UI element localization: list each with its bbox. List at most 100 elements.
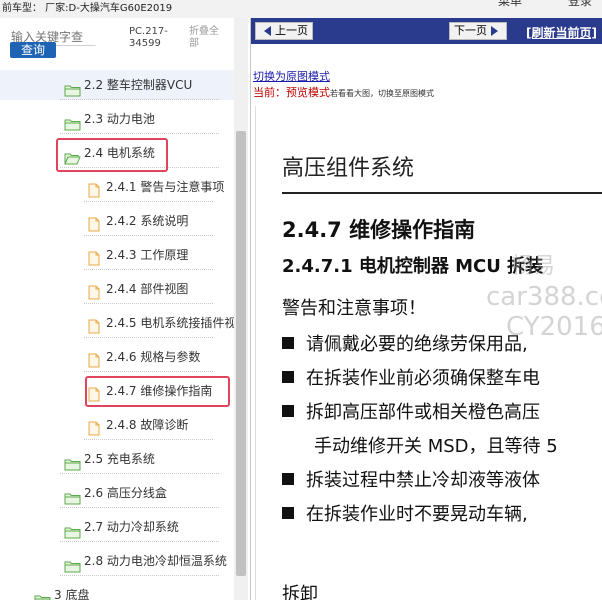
toc-item-label: 2.4.8 故障诊断 xyxy=(106,418,189,432)
toc-item-label: 2.4.5 电机系统接插件视 xyxy=(106,316,234,330)
current-mode-line: 当前：预览模式若看看大图，切换至原图模式 xyxy=(253,84,434,100)
toc-item[interactable]: 2.7 动力冷却系统 xyxy=(0,512,234,542)
refresh-page-link[interactable]: [刷新当前页] xyxy=(526,24,597,41)
toc-item-separator xyxy=(60,99,220,100)
bullet-text: 在拆装作业时不要晃动车辆, xyxy=(306,504,528,525)
toc-item[interactable]: 2.4.4 部件视图 xyxy=(0,274,234,304)
bullet-text: 在拆装作业前必须确保整车电 xyxy=(306,368,540,389)
toc-sidebar: 查询 PC.217-34599 折叠全部 2.2 整车控制器VCU 2.3 动力电… xyxy=(0,18,251,600)
doc-subsection-title: 2.4.7.1 电机控制器 MCU 拆装 xyxy=(282,256,544,277)
toc-item[interactable]: 2.2 整车控制器VCU xyxy=(0,70,234,100)
toc-item-separator xyxy=(84,371,214,372)
toc-item-separator xyxy=(60,507,220,508)
toc-item-separator xyxy=(84,439,214,440)
watermark-line-3: CY2016 xyxy=(506,312,602,342)
sidebar-scrollbar[interactable] xyxy=(234,18,248,600)
prev-page-button[interactable]: 上一页 xyxy=(255,22,313,40)
bullet-item: 拆装过程中禁止冷却液等液体 xyxy=(282,466,540,492)
toc-item[interactable]: 2.3 动力电池 xyxy=(0,104,234,134)
toc-item[interactable]: 2.4.5 电机系统接插件视 xyxy=(0,308,234,338)
bullet-square-icon xyxy=(282,337,294,349)
arrow-right-icon xyxy=(491,26,498,36)
doc-heading: 高压组件系统 xyxy=(282,156,415,181)
scrollbar-thumb[interactable] xyxy=(236,131,246,576)
document-icon xyxy=(88,213,100,243)
bullet-item: 在拆装作业前必须确保整车电 xyxy=(282,364,540,390)
toc-item[interactable]: 2.4.6 规格与参数 xyxy=(0,342,234,372)
toc-item[interactable]: 2.4.3 工作原理 xyxy=(0,240,234,270)
current-mode-value: 预览模式 xyxy=(286,86,330,99)
toc-item-separator xyxy=(84,337,214,338)
bullet-item: 在拆装作业时不要晃动车辆, xyxy=(282,500,528,526)
toc-item[interactable]: 2.4.8 故障诊断 xyxy=(0,410,234,440)
bullet-square-icon xyxy=(282,371,294,383)
doc-next-section: 拆卸 xyxy=(282,584,318,600)
search-button[interactable]: 查询 xyxy=(10,42,56,58)
toc-item-label: 2.2 整车控制器VCU xyxy=(84,78,193,92)
toc-item-label: 2.4.4 部件视图 xyxy=(106,282,189,296)
toc-item-label: 2.4.2 系统说明 xyxy=(106,214,189,228)
warning-title: 警告和注意事项！ xyxy=(282,298,426,319)
toc-item-label: 2.7 动力冷却系统 xyxy=(84,520,179,534)
toc-item-label: 3 底盘 xyxy=(54,588,90,600)
toc-item[interactable]: 2.5 充电系统 xyxy=(0,444,234,474)
toc-item-separator xyxy=(60,541,220,542)
document-icon xyxy=(88,179,100,209)
login-link[interactable]: 登录 xyxy=(568,0,592,10)
bullet-text: 请佩戴必要的绝缘劳保用品, xyxy=(306,334,528,355)
highlight-box-motor-system xyxy=(56,138,168,172)
bullet-square-icon xyxy=(282,473,294,485)
toc-item-label: 2.4.1 警告与注意事项 xyxy=(106,180,225,194)
prev-page-label: 上一页 xyxy=(275,24,308,37)
toc-item[interactable]: 3 底盘 xyxy=(0,580,234,600)
document-icon xyxy=(88,417,100,447)
menu-link[interactable]: 菜单 xyxy=(498,0,522,10)
bullet-square-icon xyxy=(282,405,294,417)
toc-item-label: 2.5 充电系统 xyxy=(84,452,155,466)
document-viewer: 上一页 下一页 [刷新当前页] 切换为原图模式 当前：预览模式若看看大图，切换至… xyxy=(251,18,602,600)
document-icon xyxy=(88,281,100,311)
toc-item-label: 2.4.6 规格与参数 xyxy=(106,350,201,364)
highlight-box-maintenance-guide xyxy=(85,376,230,407)
doc-section-title: 2.4.7 维修操作指南 xyxy=(282,218,476,242)
bullet-text: 拆卸高压部件或相关橙色高压 xyxy=(306,402,540,423)
document-number: PC.217-34599 xyxy=(129,26,168,49)
document-page: 高压组件系统 2.4.7 维修操作指南 2.4.7.1 电机控制器 MCU 拆装… xyxy=(255,106,602,600)
toc-item-label: 2.4.3 工作原理 xyxy=(106,248,189,262)
bullet-continuation: 手动维修开关 MSD，且等待 5 xyxy=(314,436,558,457)
document-icon xyxy=(88,315,100,345)
collapse-all-button[interactable]: 折叠全部 xyxy=(189,26,225,50)
document-icon xyxy=(88,247,100,277)
folder-icon xyxy=(34,588,51,600)
toc-item[interactable]: 2.4.1 警告与注意事项 xyxy=(0,172,234,202)
toc-item-separator xyxy=(84,235,214,236)
vehicle-info-bar: 前车型： 厂家:D-大操汽车G60E2019 菜单 登录 xyxy=(0,0,602,19)
toc-item-separator xyxy=(60,133,220,134)
switch-original-mode-link[interactable]: 切换为原图模式 xyxy=(253,68,330,84)
toc-item-separator xyxy=(84,303,214,304)
bullet-square-icon xyxy=(282,507,294,519)
next-page-button[interactable]: 下一页 xyxy=(449,22,507,40)
toc-item[interactable]: 2.8 动力电池冷却恒温系统 xyxy=(0,546,234,576)
search-bar: 查询 PC.217-34599 折叠全部 xyxy=(0,18,250,68)
document-icon xyxy=(88,349,100,379)
toc-item-separator xyxy=(84,269,214,270)
toc-item-separator xyxy=(84,201,214,202)
bullet-text: 拆装过程中禁止冷却液等液体 xyxy=(306,470,540,491)
bullet-item: 拆卸高压部件或相关橙色高压 xyxy=(282,398,540,424)
toc-item-label: 2.3 动力电池 xyxy=(84,112,155,126)
next-page-label: 下一页 xyxy=(454,24,487,37)
bullet-item: 请佩戴必要的绝缘劳保用品, xyxy=(282,330,528,356)
watermark-line-1: 畅易 xyxy=(511,254,556,279)
toc-item-separator xyxy=(60,575,220,576)
watermark-line-2: car388.com xyxy=(486,282,602,312)
toc-item-label: 2.8 动力电池冷却恒温系统 xyxy=(84,554,227,568)
heading-divider xyxy=(282,192,602,194)
toc-item-label: 2.6 高压分线盒 xyxy=(84,486,167,500)
toc-item-separator xyxy=(60,473,220,474)
toc-item[interactable]: 2.4.2 系统说明 xyxy=(0,206,234,236)
current-mode-hint: 若看看大图，切换至原图模式 xyxy=(330,89,434,98)
vehicle-model-label: 前车型： 厂家:D-大操汽车G60E2019 xyxy=(2,3,173,14)
page-nav-bar: 上一页 下一页 [刷新当前页] xyxy=(251,18,602,44)
toc-item[interactable]: 2.6 高压分线盒 xyxy=(0,478,234,508)
